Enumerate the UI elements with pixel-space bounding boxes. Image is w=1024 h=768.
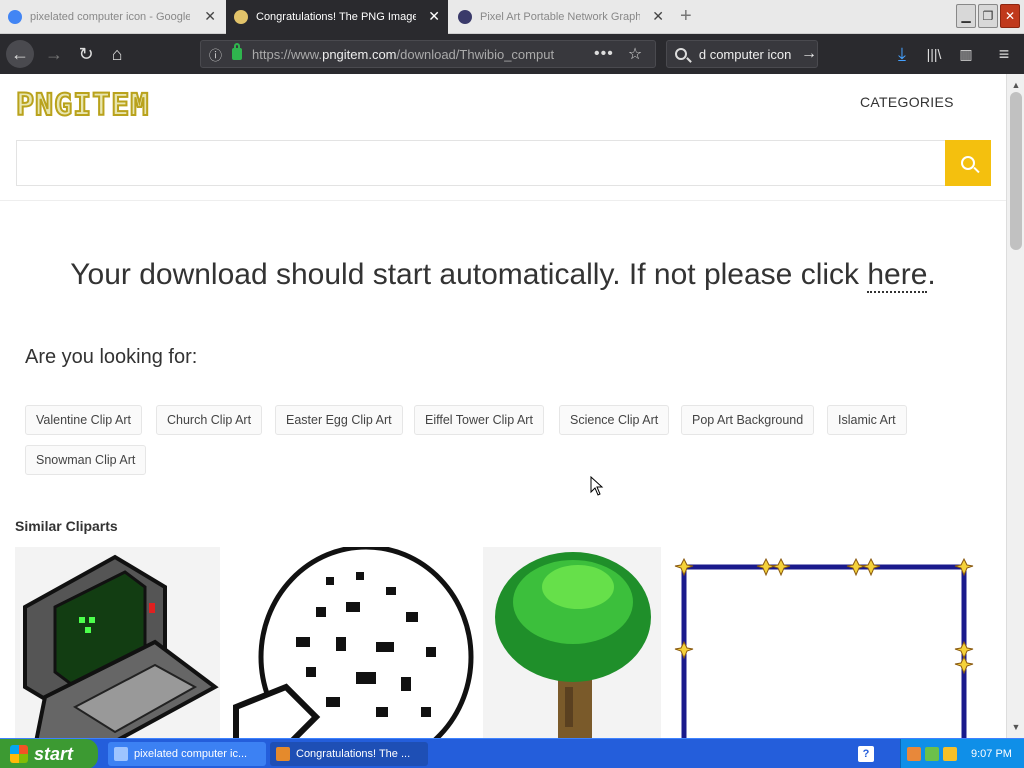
bookmark-star-icon[interactable]: ☆: [628, 44, 642, 64]
star-favicon-icon: [458, 10, 472, 24]
lock-icon: [232, 43, 243, 60]
tab-title: Congratulations! The PNG Image Has: [256, 11, 416, 23]
page-actions-icon[interactable]: •••: [594, 45, 614, 63]
back-arrow-icon[interactable]: ←: [6, 40, 34, 68]
pixel-computer-image: [23, 554, 219, 738]
reload-icon[interactable]: ↻: [72, 40, 100, 68]
info-icon[interactable]: ⓘ: [209, 45, 222, 64]
divider: [0, 200, 1006, 201]
browser-window: pixelated computer icon - Google ✕ Congr…: [0, 0, 1024, 768]
clipart-thumb-face[interactable]: [226, 547, 478, 738]
address-bar[interactable]: ⓘ https://www.pngitem.com/download/Thwib…: [200, 40, 656, 68]
site-header: PNGITEM CATEGORIES: [0, 74, 1006, 204]
download-icon[interactable]: ⤓: [888, 40, 916, 68]
categories-link[interactable]: CATEGORIES: [860, 94, 954, 110]
tag-snowman-clip-art[interactable]: Snowman Clip Art: [25, 445, 147, 475]
ie-icon: [114, 747, 128, 761]
scroll-down-icon[interactable]: ▼: [1009, 720, 1023, 734]
page-scrollbar[interactable]: ▲ ▼: [1006, 74, 1024, 738]
tag-science-clip-art[interactable]: Science Clip Art: [559, 405, 670, 435]
tag-valentine-clip-art[interactable]: Valentine Clip Art: [25, 405, 142, 435]
clock: 9:07 PM: [971, 748, 1012, 760]
download-message: Your download should start automatically…: [70, 258, 936, 293]
tag-eiffel-tower-clip-art[interactable]: Eiffel Tower Clip Art: [414, 405, 544, 435]
task-label: pixelated computer ic...: [134, 748, 248, 760]
site-search-button[interactable]: [945, 140, 991, 186]
mouse-pointer-icon: [590, 476, 604, 496]
pngitem-logo[interactable]: PNGITEM: [15, 87, 149, 124]
tab-title: pixelated computer icon - Google: [30, 11, 190, 23]
url-text: https://www.pngitem.com/download/Thwibio…: [252, 46, 555, 62]
minimize-window-icon[interactable]: ▁: [956, 4, 976, 28]
download-here-link[interactable]: here: [867, 258, 928, 293]
hamburger-menu-icon[interactable]: ≡: [990, 40, 1018, 68]
close-tab-icon[interactable]: ✕: [428, 9, 440, 23]
firefox-icon: [276, 747, 290, 761]
scroll-thumb[interactable]: [1010, 92, 1022, 250]
tag-easter-egg-clip-art[interactable]: Easter Egg Clip Art: [275, 405, 403, 435]
star-frame-image: [666, 547, 986, 738]
tab-strip: pixelated computer icon - Google ✕ Congr…: [0, 0, 1024, 34]
new-tab-icon[interactable]: +: [680, 4, 692, 28]
start-button[interactable]: start: [0, 739, 98, 768]
forward-arrow-icon[interactable]: →: [40, 40, 68, 68]
close-window-icon[interactable]: ✕: [1000, 4, 1020, 28]
site-search-input[interactable]: [16, 140, 946, 186]
pixel-face-image: [226, 547, 478, 738]
nav-toolbar: ← → ↻ ⌂ ⓘ https://www.pngitem.com/downlo…: [0, 34, 1024, 74]
clipart-thumb-computer[interactable]: [15, 547, 220, 738]
help-icon[interactable]: ?: [858, 746, 874, 762]
looking-for-heading: Are you looking for:: [25, 346, 198, 368]
sidebar-icon[interactable]: ▥: [952, 40, 980, 68]
tab-pngitem-download[interactable]: Congratulations! The PNG Image Has ✕: [226, 0, 448, 34]
go-arrow-icon[interactable]: →: [801, 45, 817, 63]
volume-icon[interactable]: [925, 747, 939, 761]
restore-window-icon[interactable]: ❐: [978, 4, 998, 28]
clipart-thumb-tree[interactable]: [483, 547, 661, 738]
tab-title: Pixel Art Portable Network Graphics: [480, 11, 640, 23]
search-query: d computer icon: [698, 46, 792, 62]
tab-pixel-art[interactable]: Pixel Art Portable Network Graphics ✕: [450, 0, 672, 34]
pngitem-favicon-icon: [234, 10, 248, 24]
pixel-tree-image: [495, 552, 651, 738]
system-tray: 9:07 PM: [900, 739, 1024, 768]
windows-logo-icon: [10, 745, 28, 763]
taskbar: start pixelated computer ic... Congratul…: [0, 738, 1024, 768]
network-icon[interactable]: [907, 747, 921, 761]
taskbar-item-ie[interactable]: pixelated computer ic...: [108, 742, 266, 766]
web-page: PNGITEM CATEGORIES Your download should …: [0, 74, 1006, 738]
search-icon: [961, 156, 975, 170]
tab-google-search[interactable]: pixelated computer icon - Google ✕: [0, 0, 224, 34]
google-favicon-icon: [8, 10, 22, 24]
close-tab-icon[interactable]: ✕: [204, 9, 216, 23]
task-label: Congratulations! The ...: [296, 748, 411, 760]
tag-church-clip-art[interactable]: Church Clip Art: [156, 405, 263, 435]
taskbar-item-firefox[interactable]: Congratulations! The ...: [270, 742, 428, 766]
scroll-up-icon[interactable]: ▲: [1009, 78, 1023, 92]
clipart-thumb-frame[interactable]: [666, 547, 986, 738]
start-label: start: [34, 743, 74, 764]
tag-pop-art-background[interactable]: Pop Art Background: [681, 405, 815, 435]
search-box[interactable]: d computer icon →: [666, 40, 818, 68]
search-icon: [675, 48, 687, 60]
similar-cliparts-heading: Similar Cliparts: [15, 518, 118, 534]
home-icon[interactable]: ⌂: [103, 40, 131, 68]
search-tray-icon[interactable]: [943, 747, 957, 761]
library-icon[interactable]: |||\: [920, 40, 948, 68]
tag-islamic-art[interactable]: Islamic Art: [827, 405, 907, 435]
close-tab-icon[interactable]: ✕: [652, 9, 664, 23]
